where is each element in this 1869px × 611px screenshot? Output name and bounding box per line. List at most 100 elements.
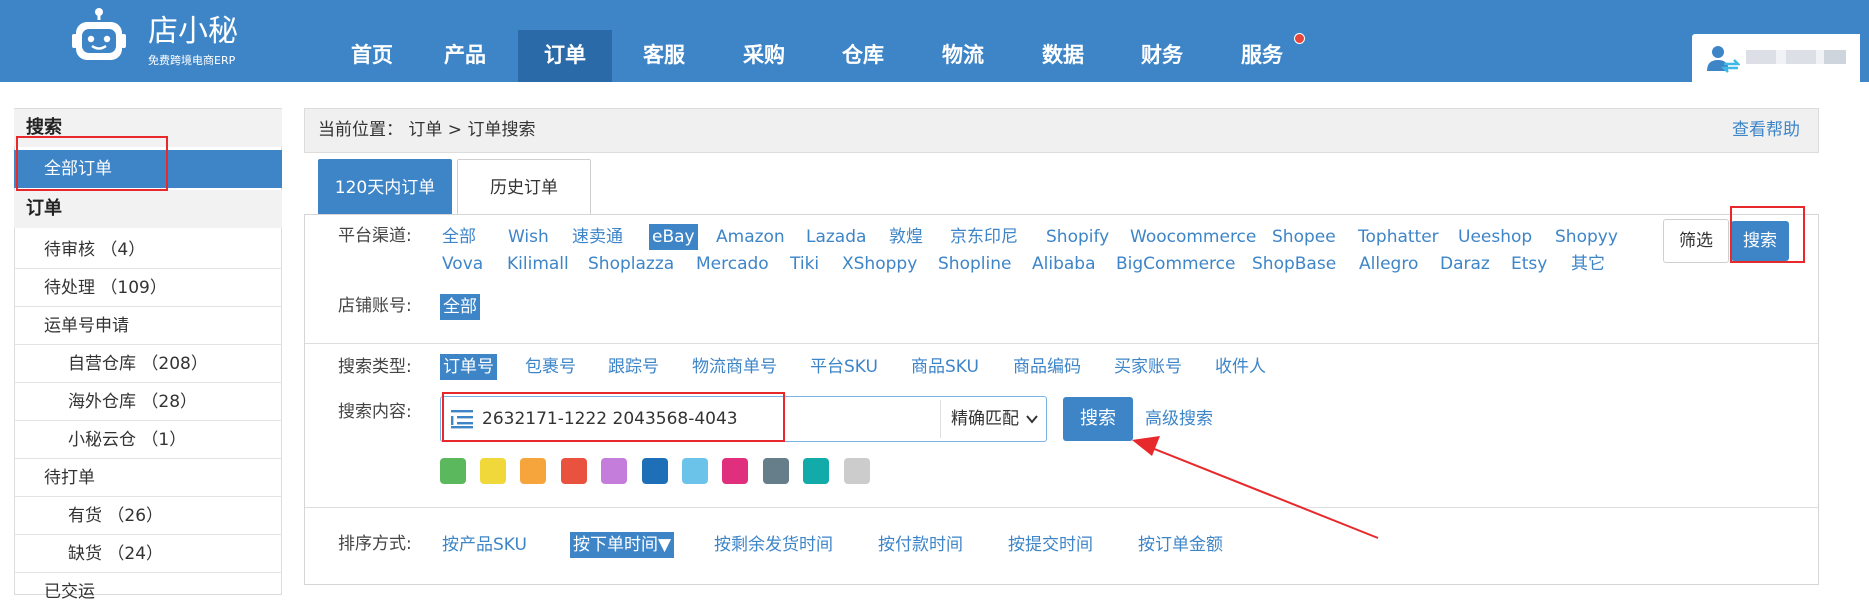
divider	[305, 507, 1818, 508]
platform-xshoppy[interactable]: XShoppy	[842, 251, 917, 277]
search-type-product-sku[interactable]: 商品SKU	[911, 354, 979, 380]
platform-shopbase[interactable]: ShopBase	[1252, 251, 1336, 277]
divider	[940, 400, 941, 438]
platform-shoplazza[interactable]: Shoplazza	[588, 251, 674, 277]
platform-jd-indonesia[interactable]: 京东印尼	[950, 224, 1018, 250]
color-tag-green[interactable]	[440, 458, 466, 484]
advanced-search-link[interactable]: 高级搜索	[1145, 405, 1213, 433]
platform-tophatter[interactable]: Tophatter	[1358, 224, 1439, 250]
user-switch-icon[interactable]	[1706, 44, 1740, 74]
platform-shopify[interactable]: Shopify	[1046, 224, 1109, 250]
platform-shopee[interactable]: Shopee	[1272, 224, 1336, 250]
color-tag-yellow[interactable]	[480, 458, 506, 484]
sidebar-item-overseas-warehouse[interactable]: 海外仓库 （28）	[14, 383, 282, 421]
platform-ueeshop[interactable]: Ueeshop	[1458, 224, 1532, 250]
color-tag-purple[interactable]	[601, 458, 627, 484]
platform-tiki[interactable]: Tiki	[790, 251, 819, 277]
color-tag-gray[interactable]	[844, 458, 870, 484]
platform-etsy[interactable]: Etsy	[1511, 251, 1547, 277]
platform-allegro[interactable]: Allegro	[1359, 251, 1418, 277]
search-content-label: 搜索内容:	[338, 402, 412, 422]
search-type-product-code[interactable]: 商品编码	[1013, 354, 1081, 380]
search-type-platform-sku[interactable]: 平台SKU	[810, 354, 878, 380]
nav-finance[interactable]: 财务	[1115, 30, 1209, 80]
logo-title: 店小秘	[148, 14, 238, 49]
sidebar-item-own-warehouse[interactable]: 自营仓库 （208）	[14, 345, 282, 383]
chevron-down-icon[interactable]	[1025, 412, 1039, 426]
color-tag-blue[interactable]	[642, 458, 668, 484]
tab-120-days[interactable]: 120天内订单	[318, 159, 452, 215]
platform-aliexpress[interactable]: 速卖通	[572, 224, 623, 250]
sidebar-section-search: 搜索	[14, 109, 282, 147]
filter-search-button[interactable]: 搜索	[1731, 221, 1789, 261]
sidebar-item-all-orders[interactable]: 全部订单	[14, 150, 282, 188]
platform-other[interactable]: 其它	[1571, 251, 1605, 277]
store-label: 店铺账号:	[338, 296, 412, 316]
search-type-tracking-number[interactable]: 跟踪号	[608, 354, 659, 380]
platform-amazon[interactable]: Amazon	[716, 224, 785, 250]
sort-by-payment-time[interactable]: 按付款时间	[878, 532, 963, 558]
color-tag-orange[interactable]	[520, 458, 546, 484]
search-type-package-number[interactable]: 包裹号	[525, 354, 576, 380]
sidebar-item-out-of-stock[interactable]: 缺货 （24）	[14, 535, 282, 573]
search-input[interactable]	[480, 398, 940, 440]
platform-lazada[interactable]: Lazada	[806, 224, 866, 250]
user-name-blurred	[1746, 50, 1846, 64]
color-tag-slate[interactable]	[763, 458, 789, 484]
nav-logistics[interactable]: 物流	[916, 30, 1010, 80]
platform-shopyy[interactable]: Shopyy	[1555, 224, 1618, 250]
tab-history[interactable]: 历史订单	[457, 159, 591, 215]
nav-orders[interactable]: 订单	[518, 30, 612, 82]
platform-mercado[interactable]: Mercado	[696, 251, 769, 277]
nav-home[interactable]: 首页	[325, 30, 419, 80]
list-format-icon[interactable]	[451, 409, 473, 429]
sidebar-item-pending-process[interactable]: 待处理 （109）	[14, 269, 282, 307]
search-type-carrier-number[interactable]: 物流商单号	[692, 354, 777, 380]
nav-warehouse[interactable]: 仓库	[816, 30, 910, 80]
search-type-order-number[interactable]: 订单号	[440, 354, 497, 380]
nav-customer-service[interactable]: 客服	[617, 30, 711, 80]
sidebar-item-pending-print[interactable]: 待打单	[14, 459, 282, 497]
platform-kilimall[interactable]: Kilimall	[507, 251, 569, 277]
sort-label: 排序方式:	[338, 534, 412, 554]
platform-vova[interactable]: Vova	[442, 251, 483, 277]
filter-button[interactable]: 筛选	[1663, 219, 1729, 263]
platform-bigcommerce[interactable]: BigCommerce	[1116, 251, 1235, 277]
platform-daraz[interactable]: Daraz	[1440, 251, 1490, 277]
platform-woocommerce[interactable]: Woocommerce	[1130, 224, 1256, 250]
sort-by-submit-time[interactable]: 按提交时间	[1008, 532, 1093, 558]
sort-by-order-time[interactable]: 按下单时间▼	[570, 532, 675, 558]
sort-by-product-sku[interactable]: 按产品SKU	[442, 532, 527, 558]
color-tag-light-blue[interactable]	[682, 458, 708, 484]
platform-wish[interactable]: Wish	[508, 224, 549, 250]
divider	[305, 343, 1818, 344]
help-link[interactable]: 查看帮助	[1700, 108, 1800, 153]
platform-all[interactable]: 全部	[442, 224, 476, 250]
store-all[interactable]: 全部	[440, 294, 480, 320]
sort-by-remaining-ship-time[interactable]: 按剩余发货时间	[714, 532, 833, 558]
platform-label: 平台渠道:	[338, 226, 412, 246]
notification-dot	[1294, 33, 1305, 44]
platform-ebay[interactable]: eBay	[649, 224, 698, 250]
breadcrumb: 当前位置： 订单 > 订单搜索	[318, 120, 536, 140]
search-type-recipient[interactable]: 收件人	[1215, 354, 1266, 380]
sidebar-section-orders: 订单	[14, 190, 282, 228]
match-mode-select[interactable]: 精确匹配	[951, 398, 1021, 440]
platform-dhgate[interactable]: 敦煌	[889, 224, 923, 250]
color-tag-teal[interactable]	[803, 458, 829, 484]
annotation-arrow-icon	[1132, 436, 1379, 539]
sidebar-item-in-stock[interactable]: 有货 （26）	[14, 497, 282, 535]
sidebar-item-cloud-warehouse[interactable]: 小秘云仓 （1）	[14, 421, 282, 459]
color-tag-pink[interactable]	[722, 458, 748, 484]
nav-products[interactable]: 产品	[418, 30, 512, 80]
nav-data[interactable]: 数据	[1016, 30, 1110, 80]
nav-purchase[interactable]: 采购	[717, 30, 811, 80]
platform-shopline[interactable]: Shopline	[938, 251, 1011, 277]
sidebar-item-pending-review[interactable]: 待审核 （4）	[14, 231, 282, 269]
search-type-buyer-account[interactable]: 买家账号	[1114, 354, 1182, 380]
sidebar-item-shipped[interactable]: 已交运	[14, 573, 282, 611]
search-type-label: 搜索类型:	[338, 357, 412, 377]
color-tag-red[interactable]	[561, 458, 587, 484]
sidebar-item-waybill-apply[interactable]: 运单号申请	[14, 307, 282, 345]
platform-alibaba[interactable]: Alibaba	[1032, 251, 1096, 277]
